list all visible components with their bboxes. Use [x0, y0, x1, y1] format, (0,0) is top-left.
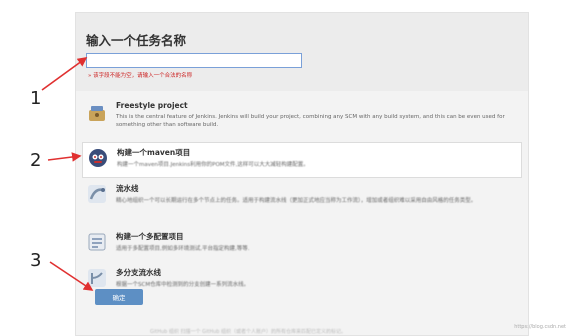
multiconfig-icon [88, 233, 106, 251]
item-type-desc: 适用于多配置项目,例如多环境测试,平台指定构建,等等. [116, 246, 250, 252]
item-name-input[interactable] [86, 53, 302, 68]
ok-button[interactable]: 确定 [95, 289, 143, 305]
validation-error: » 该字段不能为空，请输入一个合法的名称 [88, 73, 193, 79]
maven-icon [89, 149, 107, 167]
watermark: https://blog.csdn.net [514, 324, 566, 330]
item-type-name: 构建一个多配置项目 [116, 232, 184, 241]
item-type-name: 多分支流水线 [116, 268, 161, 277]
item-type-maven[interactable]: 构建一个maven项目 构建一个maven项目.Jenkins利用你的POM文件… [82, 142, 522, 178]
item-type-pipeline[interactable]: 流水线 精心地组织一个可以长期运行在多个节点上的任务。适用于构建流水线（更加正式… [82, 179, 522, 227]
next-item-preview: GitHub 组织 扫描一个 GitHub 组织（或者个人账户）的所有仓库来匹配… [150, 329, 347, 335]
freestyle-icon [89, 106, 105, 121]
item-type-desc: 根据一个SCM仓库中检测到的分支创建一系列流水线。 [116, 282, 250, 288]
item-type-name: 流水线 [116, 184, 139, 193]
item-type-multibranch[interactable]: 多分支流水线 根据一个SCM仓库中检测到的分支创建一系列流水线。 [82, 263, 522, 293]
item-type-multiconfig[interactable]: 构建一个多配置项目 适用于多配置项目,例如多环境测试,平台指定构建,等等. [82, 227, 522, 263]
page-title: 输入一个任务名称 [86, 33, 187, 48]
item-type-desc: 构建一个maven项目.Jenkins利用你的POM文件,这样可以大大减轻构建配… [117, 162, 309, 168]
item-type-name: 构建一个maven项目 [117, 148, 191, 157]
pipeline-icon [88, 185, 106, 203]
annotation-2: 2 [30, 150, 42, 171]
new-item-panel: 输入一个任务名称 » 该字段不能为空，请输入一个合法的名称 Freestyle … [75, 12, 529, 336]
item-type-desc: 精心地组织一个可以长期运行在多个节点上的任务。适用于构建流水线（更加正式地应当称… [116, 198, 477, 204]
annotation-1: 1 [30, 88, 42, 109]
multibranch-icon [88, 269, 106, 287]
item-type-desc: This is the central feature of Jenkins. … [116, 114, 505, 128]
annotation-3: 3 [30, 250, 42, 271]
item-type-name: Freestyle project [116, 101, 188, 110]
item-type-freestyle[interactable]: Freestyle project This is the central fe… [82, 97, 522, 141]
name-section: 输入一个任务名称 » 该字段不能为空，请输入一个合法的名称 [76, 13, 528, 91]
